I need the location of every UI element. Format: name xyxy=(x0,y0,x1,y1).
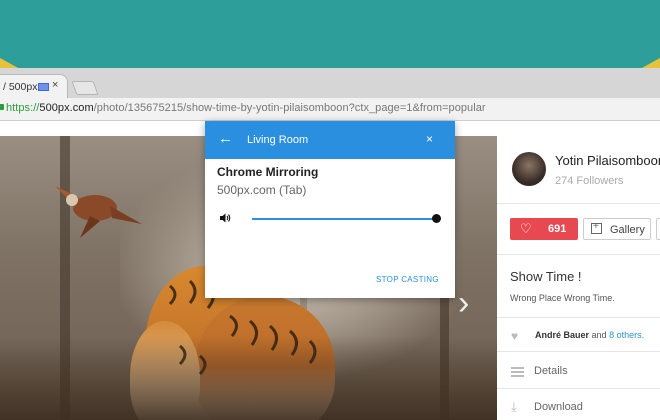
url-scheme: https:// xyxy=(6,102,40,114)
liker-name[interactable]: André Bauer xyxy=(535,330,589,340)
heart-icon: ♡ xyxy=(520,221,532,236)
like-count: 691 xyxy=(548,223,567,235)
tab-500px[interactable]: / 500px × xyxy=(0,74,68,98)
cast-dialog: ← Living Room × Chrome Mirroring 500px.c… xyxy=(205,121,455,298)
divider xyxy=(497,254,660,255)
volume-slider-track[interactable] xyxy=(252,218,437,220)
follower-count: 274 Followers xyxy=(555,175,624,187)
tab-strip: / 500px × xyxy=(0,68,660,98)
photo-bird xyxy=(55,186,142,238)
author-name[interactable]: Yotin Pilaisomboon xyxy=(555,153,660,168)
avatar[interactable] xyxy=(512,152,546,186)
liked-by-and: and xyxy=(591,330,607,340)
tab-close-icon[interactable]: × xyxy=(52,79,58,91)
new-tab-button[interactable] xyxy=(71,81,99,95)
photo-description: Wrong Place Wrong Time. xyxy=(510,293,615,303)
casting-icon xyxy=(38,83,49,91)
liked-by: André Bauer and 8 others. xyxy=(535,330,644,340)
gallery-label: Gallery xyxy=(610,224,645,236)
divider xyxy=(497,317,660,318)
address-bar[interactable]: https://500px.com/photo/135675215/show-t… xyxy=(0,98,660,120)
cast-source: 500px.com (Tab) xyxy=(217,183,307,197)
url-path: /photo/135675215/show-time-by-yotin-pila… xyxy=(93,102,486,114)
cast-activity-title: Chrome Mirroring xyxy=(217,165,319,179)
tab-title: / 500px xyxy=(3,81,38,93)
download-icon: ⤓ xyxy=(511,399,517,414)
cast-device-name: Living Room xyxy=(247,134,309,146)
back-arrow-icon[interactable]: ← xyxy=(218,131,233,146)
close-icon[interactable]: × xyxy=(426,133,433,145)
like-button[interactable]: ♡ 691 xyxy=(510,218,578,240)
volume-icon[interactable] xyxy=(219,212,231,224)
photo-ground xyxy=(0,336,497,420)
divider xyxy=(497,388,660,389)
cast-dialog-header: ← Living Room × xyxy=(205,121,455,159)
divider xyxy=(497,203,660,204)
details-icon xyxy=(511,367,524,377)
next-photo-icon[interactable]: › xyxy=(458,286,469,320)
volume-slider-handle[interactable] xyxy=(432,214,441,223)
gallery-add-icon xyxy=(591,221,602,234)
liked-by-others-link[interactable]: 8 others. xyxy=(609,330,644,340)
lock-icon xyxy=(0,104,4,110)
url-text[interactable]: https://500px.com/photo/135675215/show-t… xyxy=(6,102,486,114)
divider xyxy=(497,351,660,352)
photo-title: Show Time ! xyxy=(510,269,582,284)
stop-casting-button[interactable]: STOP CASTING xyxy=(376,275,439,284)
add-to-gallery-button[interactable]: Gallery xyxy=(583,218,651,240)
details-tab[interactable]: Details xyxy=(534,365,568,377)
more-options-button[interactable] xyxy=(656,218,660,240)
photo-sidebar: Yotin Pilaisomboon 274 Followers ♡ 691 G… xyxy=(497,136,660,420)
liked-heart-icon: ♥ xyxy=(511,329,519,343)
download-link[interactable]: Download xyxy=(534,401,583,413)
url-host: 500px.com xyxy=(39,102,94,114)
